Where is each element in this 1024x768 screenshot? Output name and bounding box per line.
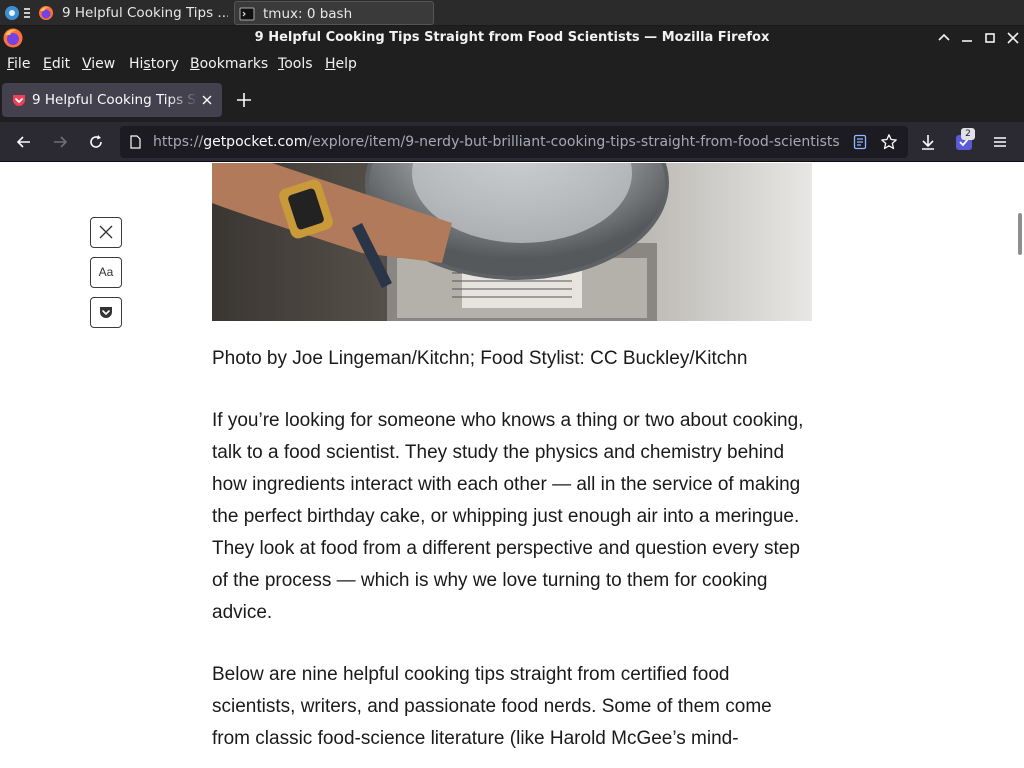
menu-label: Hi [129,56,144,72]
close-reader-button[interactable] [90,217,122,248]
pocket-favicon-icon [13,95,25,106]
terminal-icon [239,7,255,21]
tab-active[interactable]: 9 Helpful Cooking Tips Straight from Foo… [2,83,222,117]
reload-icon[interactable] [86,132,106,152]
page-scrollbar[interactable] [1012,163,1024,768]
menu-accel: s [143,56,151,72]
menu-history[interactable]: History [129,55,179,73]
article-body: Photo by Joe Lingeman/Kitchn; Food Styli… [212,343,812,768]
menu-bookmarks[interactable]: Bookmarks [190,55,268,73]
menu-tools[interactable]: Tools [278,55,313,73]
save-to-pocket-button[interactable] [90,297,122,328]
menu-label: tory [150,56,179,72]
menu-accel: F [7,56,15,72]
article-paragraph: If you’re looking for someone who knows … [212,410,804,623]
forward-arrow-icon[interactable] [50,132,70,152]
scrollbar-thumb[interactable] [1018,213,1022,255]
new-tab-plus-icon[interactable] [234,90,254,110]
download-icon[interactable] [918,132,938,152]
menu-file[interactable]: File [7,55,30,73]
image-caption: Photo by Joe Lingeman/Kitchn; Food Styli… [212,348,748,369]
system-menu-icon[interactable] [4,5,20,21]
hamburger-menu-icon[interactable] [990,132,1010,152]
menu-label: ile [14,56,31,72]
chevron-up-icon[interactable] [935,29,953,47]
maximize-icon[interactable] [981,29,999,47]
menu-accel: V [82,56,92,72]
url-text[interactable]: https://getpocket.com/explore/item/9-ner… [153,126,839,158]
menu-view[interactable]: View [82,55,115,73]
menu-bar: File Edit View History Bookmarks Tools H… [0,50,1024,78]
menu-label: ookmarks [199,56,269,72]
reader-view-icon[interactable] [852,134,868,150]
menu-label: ools [284,56,313,72]
tab-close-icon[interactable] [200,93,214,107]
window-titlebar: 9 Helpful Cooking Tips Straight from Foo… [0,26,1024,50]
menu-accel: B [190,56,200,72]
article-hero-image [212,163,812,321]
taskbar-task-firefox[interactable]: 9 Helpful Cooking Tips ... [34,1,230,25]
article-paragraph: Below are nine helpful cooking tips stra… [212,664,772,749]
navigation-toolbar: https://getpocket.com/explore/item/9-ner… [0,122,1024,162]
tab-title: 9 Helpful Cooking Tips Straight from Foo… [32,92,198,108]
url-host: getpocket.com [203,134,308,150]
menu-accel: E [43,56,52,72]
os-taskbar: 9 Helpful Cooking Tips ... tmux: 0 bash [0,0,1024,26]
url-bar[interactable]: https://getpocket.com/explore/item/9-ner… [120,126,908,158]
menu-accel: H [325,56,336,72]
taskbar-task-label: 9 Helpful Cooking Tips ... [62,5,228,21]
menu-label: dit [51,56,71,72]
bookmark-star-icon[interactable] [880,133,898,151]
taskbar-task-label: tmux: 0 bash [263,6,353,22]
minimize-icon[interactable] [958,29,976,47]
font-settings-button[interactable]: Aa [90,257,122,288]
tab-strip: 9 Helpful Cooking Tips Straight from Foo… [0,78,1024,122]
url-path: /explore/item/9-nerdy-but-brilliant-cook… [307,134,839,150]
window-title: 9 Helpful Cooking Tips Straight from Foo… [254,30,770,45]
menu-label: iew [91,56,116,72]
menu-edit[interactable]: Edit [43,55,70,73]
page-content: Aa Photo by Joe Lingeman/Kitchn; Food St… [0,163,1024,768]
menu-help[interactable]: Help [325,55,357,73]
close-icon[interactable] [1004,29,1022,47]
taskbar-separator-icon [24,8,30,18]
taskbar-task-terminal[interactable]: tmux: 0 bash [234,1,434,25]
close-icon [99,225,113,239]
url-scheme: https:// [153,134,204,150]
page-info-icon[interactable] [128,135,142,149]
firefox-icon [39,6,53,20]
pocket-icon [100,307,112,318]
extension-badge: 2 [961,128,975,140]
back-arrow-icon[interactable] [14,132,34,152]
menu-label: elp [335,56,357,72]
